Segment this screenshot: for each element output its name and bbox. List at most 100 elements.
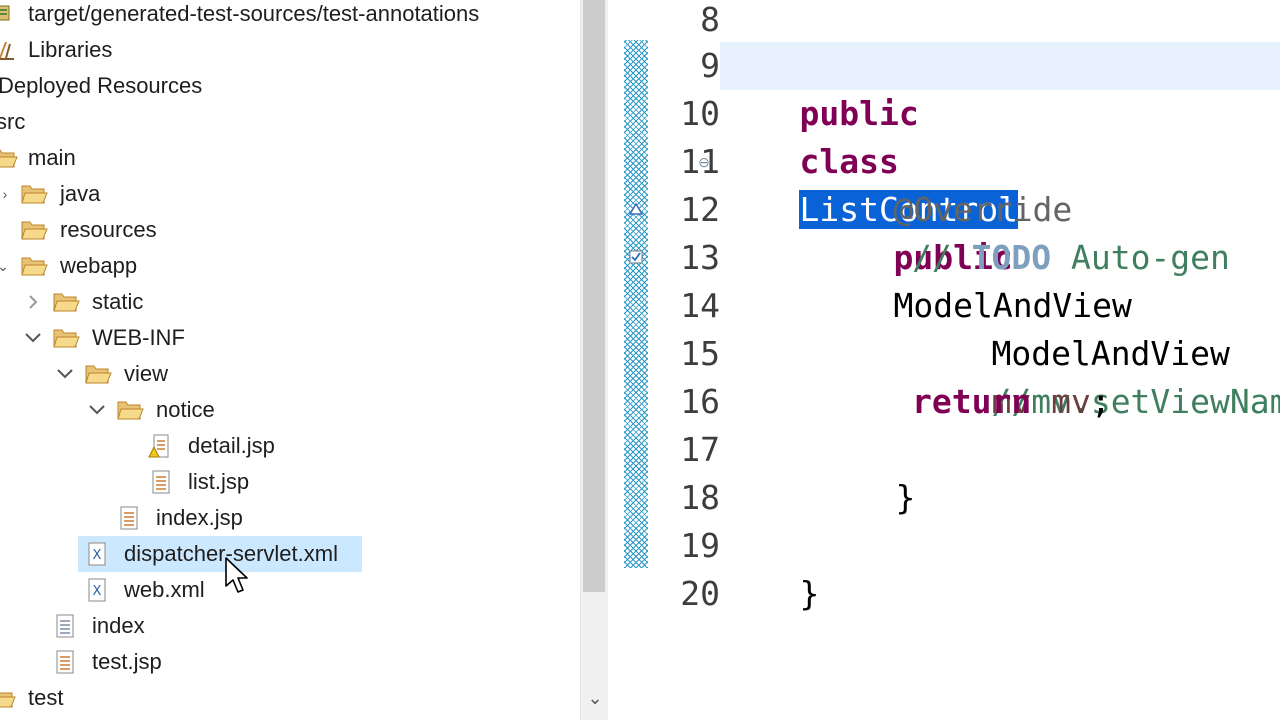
jsp-file-icon: [56, 650, 74, 674]
folder-open-icon: [85, 365, 112, 384]
tree-item-label: webapp: [60, 253, 138, 278]
tree-item-label: resources: [60, 217, 157, 242]
tree-item-main[interactable]: main: [0, 140, 580, 176]
keyword: public: [799, 94, 919, 133]
code-line-13[interactable]: // TODO Auto-gen: [912, 234, 1230, 282]
tree-item-src[interactable]: src: [0, 104, 580, 140]
tree-item-test-jsp[interactable]: test.jsp: [0, 644, 580, 680]
tree-item-label: src: [0, 109, 26, 134]
tree-item-label: index: [92, 613, 145, 638]
code-line-9[interactable]: public class ListControl: [720, 42, 1019, 229]
local-variable: mv: [1051, 382, 1091, 421]
tree-item-dispatcher-servlet-xml[interactable]: X dispatcher-servlet.xml: [0, 536, 580, 572]
tree-item-static[interactable]: static: [0, 284, 580, 320]
tree-item-webapp[interactable]: ⌄ webapp: [0, 248, 580, 284]
libraries-icon: [0, 42, 14, 60]
line-number: 12: [680, 190, 720, 229]
source-folder-icon: [0, 5, 10, 21]
code-line-19[interactable]: }: [720, 522, 819, 613]
code-line-17[interactable]: }: [816, 426, 915, 517]
tree-item-java[interactable]: › java: [0, 176, 580, 212]
tree-item-label: notice: [156, 397, 215, 422]
collapse-arrow-icon[interactable]: ⌄: [0, 248, 14, 284]
tree-item-label: index.jsp: [156, 505, 243, 530]
tree-item-label: target/generated-test-sources/test-annot…: [28, 1, 480, 26]
line-number: 9: [700, 46, 720, 85]
code-line-11[interactable]: @Override: [814, 138, 1072, 229]
code-line-14[interactable]: ModelAndView mv: [912, 282, 1229, 421]
pane-splitter[interactable]: [608, 0, 625, 720]
tree-item-resources[interactable]: resources: [0, 212, 580, 248]
tree-item-web-inf[interactable]: WEB-INF: [0, 320, 580, 356]
task-marker-icon[interactable]: [628, 250, 644, 264]
tree-item-label: Deployed Resources: [0, 73, 203, 98]
folder-open-icon: [0, 692, 16, 708]
tree-item-detail-jsp[interactable]: detail.jsp: [0, 428, 580, 464]
tree-item-label: test: [28, 685, 64, 710]
line-number: 20: [680, 574, 720, 613]
code-line-15[interactable]: //mv.setViewName: [912, 330, 1280, 421]
tree-item-notice[interactable]: notice: [0, 392, 580, 428]
tree-item-deployed-resources[interactable]: Deployed Resources: [0, 68, 580, 104]
tree-item-label: static: [92, 289, 144, 314]
mouse-pointer-icon: [225, 557, 248, 593]
collapse-arrow-icon[interactable]: [88, 402, 106, 418]
collapse-arrow-icon[interactable]: [56, 366, 74, 382]
tree-item-label: list.jsp: [188, 469, 250, 494]
xml-file-icon: X: [88, 542, 106, 566]
code-editor[interactable]: 8 9 10 11 12 13 14 15 16 17 18 19 20 ⊖ p…: [624, 0, 1280, 720]
tree-item-label: web.xml: [124, 577, 205, 602]
tree-item-web-xml[interactable]: X web.xml: [0, 572, 580, 608]
override-marker-icon[interactable]: [628, 202, 644, 216]
keyword: return: [912, 382, 1032, 421]
tree-item-label: main: [28, 145, 76, 170]
code-line-16[interactable]: return mv;: [912, 378, 1111, 426]
expand-arrow-icon[interactable]: [26, 294, 40, 310]
tree-item-label: Libraries: [28, 37, 113, 62]
jsp-file-icon: [152, 470, 170, 494]
line-number: 18: [680, 478, 720, 517]
scrollbar-thumb[interactable]: [583, 0, 605, 592]
fold-collapse-icon[interactable]: ⊖: [696, 154, 712, 170]
jsp-file-icon: [120, 506, 138, 530]
explorer-scrollbar[interactable]: ⌄: [580, 0, 609, 720]
folder-open-icon: [117, 401, 144, 420]
tree-item-test-annotations[interactable]: target/generated-test-sources/test-annot…: [0, 0, 580, 32]
line-number: 17: [680, 430, 720, 469]
line-number: 14: [680, 286, 720, 325]
project-explorer: target/generated-test-sources/test-annot…: [0, 0, 580, 720]
tree-item-index[interactable]: index: [0, 608, 580, 644]
folder-open-icon: [21, 221, 48, 240]
tree-item-label: java: [60, 181, 101, 206]
tree-item-view[interactable]: view: [0, 356, 580, 392]
tree-item-test[interactable]: test: [0, 680, 580, 716]
tree-item-libraries[interactable]: Libraries: [0, 32, 580, 68]
vertical-ruler[interactable]: [624, 40, 648, 568]
expand-arrow-icon[interactable]: ›: [0, 176, 16, 212]
svg-text:X: X: [93, 548, 102, 563]
folder-open-icon: [53, 293, 80, 312]
tree-item-label: test.jsp: [92, 649, 162, 674]
comment-text: Auto-gen: [1051, 238, 1230, 277]
line-number: 19: [680, 526, 720, 565]
folder-open-icon: [21, 185, 48, 204]
line-number: 8: [700, 0, 720, 39]
tree-item-index-jsp[interactable]: index.jsp: [0, 500, 580, 536]
closing-brace: }: [799, 574, 820, 613]
line-number: 13: [680, 238, 720, 277]
tree-item-label: view: [124, 361, 169, 386]
line-number: 10: [680, 94, 720, 133]
chevron-down-icon[interactable]: ⌄: [581, 684, 609, 712]
collapse-arrow-icon[interactable]: [24, 330, 42, 346]
folder-open-icon: [0, 149, 18, 168]
tree-item-label: detail.jsp: [188, 433, 275, 458]
closing-brace: }: [895, 478, 916, 517]
tree-item-list-jsp[interactable]: list.jsp: [0, 464, 580, 500]
todo-tag: TODO: [971, 238, 1052, 277]
code-line-12[interactable]: public ModelAndView: [814, 186, 1131, 325]
folder-open-icon: [53, 329, 80, 348]
text-file-icon: [56, 614, 74, 638]
line-number: 16: [680, 382, 720, 421]
jsp-file-warning-icon: [148, 434, 169, 458]
tree-item-label: WEB-INF: [92, 325, 185, 350]
